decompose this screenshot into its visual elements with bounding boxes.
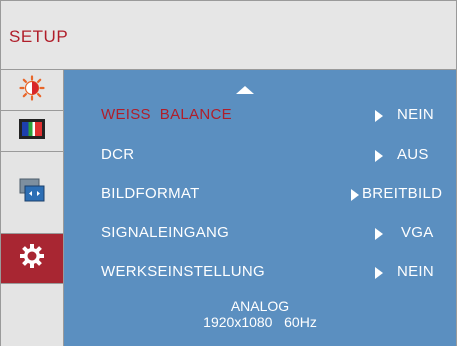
gear-icon bbox=[19, 243, 45, 274]
row-label: DCR bbox=[101, 146, 135, 163]
menu-row-white-balance[interactable]: WEISS BALANCE NEIN bbox=[64, 104, 456, 128]
tab-brightness[interactable] bbox=[1, 70, 63, 111]
arrow-right-icon bbox=[375, 267, 383, 279]
settings-panel: WEISS BALANCE NEIN DCR AUS BILDFORMAT BR… bbox=[64, 70, 456, 346]
row-value: AUS bbox=[397, 146, 429, 163]
brightness-icon bbox=[19, 74, 45, 106]
picture-format-icon bbox=[19, 178, 45, 207]
row-value: NEIN bbox=[397, 263, 435, 280]
signal-info: ANALOG 1920x1080 60Hz bbox=[64, 298, 456, 330]
tab-setup[interactable] bbox=[1, 234, 63, 284]
menu-row-factory-reset[interactable]: WERKSEINSTELLUNG NEIN bbox=[64, 261, 456, 285]
row-value: NEIN bbox=[397, 106, 435, 123]
menu-row-dcr[interactable]: DCR AUS bbox=[64, 144, 456, 168]
row-value: VGA bbox=[401, 224, 434, 241]
arrow-right-icon bbox=[351, 189, 359, 201]
signal-resolution: 1920x1080 60Hz bbox=[203, 314, 317, 330]
arrow-right-icon bbox=[375, 150, 383, 162]
color-bars-icon bbox=[19, 118, 45, 144]
row-label: WERKSEINSTELLUNG bbox=[101, 263, 265, 280]
arrow-right-icon bbox=[375, 110, 383, 122]
menu-row-aspect-ratio[interactable]: BILDFORMAT BREITBILD bbox=[64, 183, 456, 207]
row-label: BILDFORMAT bbox=[101, 185, 200, 202]
row-value: BREITBILD bbox=[362, 185, 443, 202]
tab-color[interactable] bbox=[1, 111, 63, 152]
menu-header: SETUP bbox=[1, 1, 456, 70]
row-label: WEISS BALANCE bbox=[101, 106, 232, 123]
signal-type: ANALOG bbox=[230, 298, 290, 314]
scroll-up-icon[interactable] bbox=[236, 86, 254, 94]
arrow-right-icon bbox=[375, 228, 383, 240]
menu-title: SETUP bbox=[9, 27, 69, 46]
category-sidebar bbox=[1, 70, 64, 346]
row-label: SIGNALEINGANG bbox=[101, 224, 230, 241]
menu-row-input-source[interactable]: SIGNALEINGANG VGA bbox=[64, 222, 456, 246]
osd-menu: SETUP WEISS BALANCE NEIN DCR AUS BILDFOR… bbox=[0, 0, 457, 346]
tab-picture-format[interactable] bbox=[1, 152, 63, 234]
